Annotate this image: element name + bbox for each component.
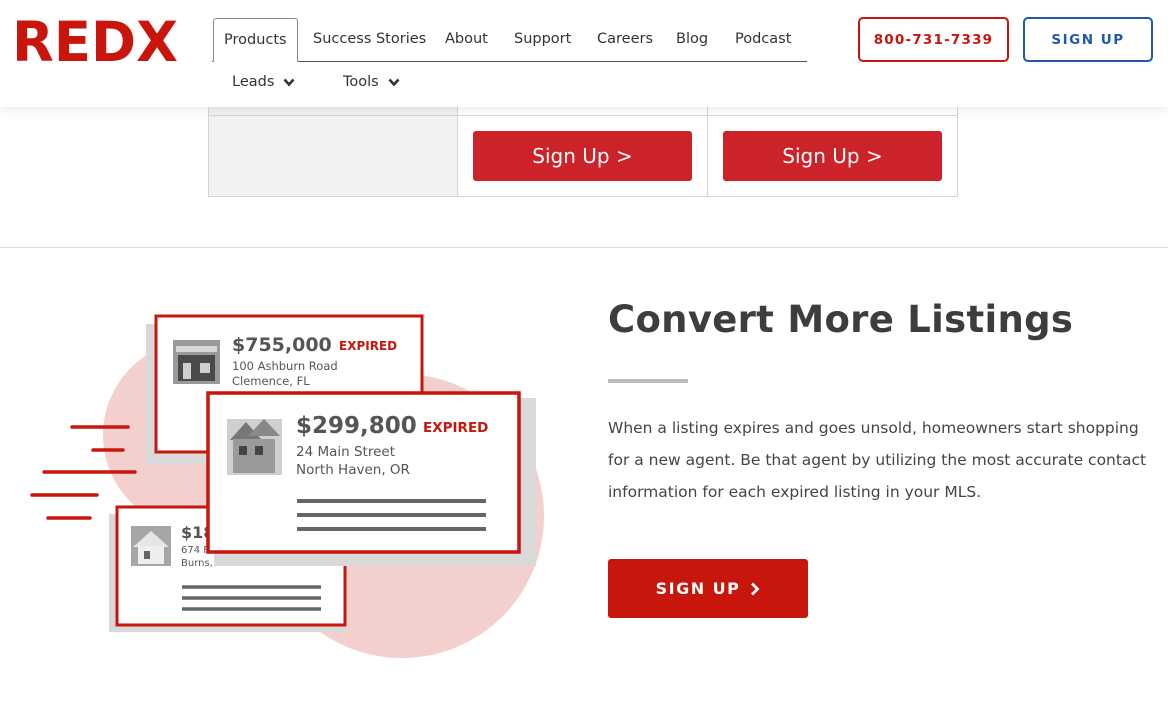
tab-about[interactable]: About (445, 18, 488, 62)
subnav-leads-label: Leads (232, 74, 275, 90)
subnav-tools-label: Tools (343, 74, 379, 90)
logo-text: REDX (12, 16, 178, 64)
feature-signup-button[interactable]: SIGN UP (608, 559, 808, 618)
house-photo (131, 526, 171, 566)
phone-button[interactable]: 800-731-7339 (858, 17, 1009, 62)
listing-city: Clemence, FL (232, 374, 310, 388)
house-photo (173, 340, 220, 384)
subnav-leads[interactable]: Leads (232, 74, 295, 90)
listing-status: EXPIRED (339, 339, 397, 353)
listing-card-featured: $299,800 EXPIRED 24 Main Street North Ha… (206, 391, 536, 566)
title-underline (608, 379, 688, 383)
listing-city: North Haven, OR (296, 462, 410, 478)
tab-support[interactable]: Support (514, 18, 571, 62)
site-header: REDX Products Success Stories About Supp… (0, 0, 1168, 107)
plan-signup-button[interactable]: Sign Up > (723, 131, 942, 181)
nav-underline (212, 61, 807, 62)
feature-description: When a listing expires and goes unsold, … (608, 419, 1147, 501)
house-photo (227, 419, 282, 475)
chevron-down-icon (388, 78, 400, 86)
redx-logo[interactable]: REDX (12, 16, 180, 64)
listing-price: $299,800 (296, 413, 417, 439)
tab-podcast[interactable]: Podcast (735, 18, 791, 62)
listing-street: 24 Main Street (296, 444, 395, 460)
listing-street: 674 F (181, 545, 209, 556)
plan-signup-button[interactable]: Sign Up > (473, 131, 692, 181)
pricing-table-row-divider (209, 115, 957, 116)
tab-blog[interactable]: Blog (676, 18, 708, 62)
tab-products[interactable]: Products (213, 18, 298, 62)
listing-price: $755,000 (232, 334, 332, 356)
listing-street: 100 Ashburn Road (232, 359, 338, 373)
tab-careers[interactable]: Careers (597, 18, 653, 62)
section-divider (0, 247, 1168, 248)
listing-status: EXPIRED (423, 420, 488, 436)
tab-success-stories[interactable]: Success Stories (313, 18, 426, 62)
chevron-right-icon (751, 582, 760, 595)
feature-signup-label: SIGN UP (655, 579, 741, 598)
chevron-down-icon (283, 78, 295, 86)
feature-title: Convert More Listings (608, 298, 1074, 341)
subnav-tools[interactable]: Tools (343, 74, 400, 90)
expired-listings-illustration: $755,000 EXPIRED 100 Ashburn Road Clemen… (30, 314, 544, 658)
header-signup-button[interactable]: SIGN UP (1023, 17, 1153, 62)
